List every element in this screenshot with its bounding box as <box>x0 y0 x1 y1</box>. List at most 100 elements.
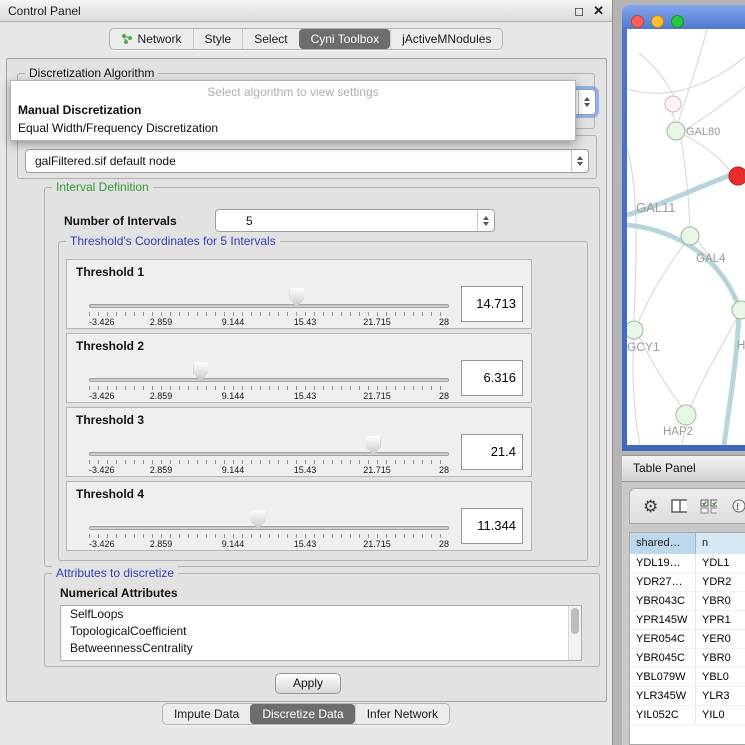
table-row[interactable]: YBR045CYBR0 <box>630 649 745 668</box>
node-label-gal80: GAL80 <box>686 126 720 138</box>
threshold-1-panel: Threshold 1 -3.4262.8599.14415.4321.7152… <box>66 259 532 329</box>
node-label-gal11: GAL11 <box>636 200 676 215</box>
tab-jactivemnodules[interactable]: jActiveMNodules <box>390 29 502 49</box>
select-columns-icon[interactable] <box>700 499 717 514</box>
table-toolbar: ⚙ f <box>629 488 745 524</box>
slider-tick-marks <box>89 312 449 316</box>
zoom-traffic-light-icon[interactable] <box>671 15 684 28</box>
gear-icon[interactable]: ⚙ <box>643 498 658 515</box>
table-row[interactable]: YDL19…YDL1 <box>630 554 745 573</box>
bottom-tab-bar: Impute Data Discretize Data Infer Networ… <box>0 703 612 725</box>
table-panel-body: ⚙ f shared… n YDL19…YDL1 YDR27…YDR2 Y <box>622 482 745 745</box>
node-label-gal4: GAL4 <box>696 253 726 265</box>
network-icon <box>121 33 133 45</box>
minimize-traffic-light-icon[interactable] <box>651 15 664 28</box>
slider-scale-labels: -3.4262.8599.14415.4321.71528 <box>89 391 449 402</box>
threshold-1-value-field[interactable]: 14.713 <box>461 286 523 322</box>
threshold-4-value-field[interactable]: 11.344 <box>461 508 523 544</box>
column-header-shared-name[interactable]: shared… <box>630 533 696 554</box>
node-right[interactable] <box>732 301 745 319</box>
node-table: shared… n YDL19…YDL1 YDR27…YDR2 YBR043CY… <box>629 532 745 745</box>
table-row[interactable]: YER054CYER0 <box>630 630 745 649</box>
column-header-name[interactable]: n <box>696 533 745 554</box>
slider-track[interactable] <box>89 378 449 382</box>
tab-infer-network[interactable]: Infer Network <box>355 704 449 724</box>
slider-tick-marks <box>89 386 449 390</box>
node-gcy1[interactable] <box>627 321 643 339</box>
svg-text:f: f <box>736 502 739 512</box>
threshold-3-panel: Threshold 3 -3.4262.8599.14415.4321.7152… <box>66 407 532 477</box>
table-header-row: shared… n <box>630 533 745 554</box>
column-chooser-icon[interactable] <box>671 499 687 514</box>
table-row[interactable]: YPR145WYPR1 <box>630 611 745 630</box>
cyni-toolbox-panel: Discretization Algorithm Select algorith… <box>6 58 607 702</box>
control-panel-window: Control Panel ◻ ✕ Network Style Select C… <box>0 0 613 745</box>
float-window-icon[interactable]: ◻ <box>574 5 584 17</box>
close-window-icon[interactable]: ✕ <box>593 4 604 17</box>
number-of-intervals-combo[interactable]: 5 <box>215 209 495 232</box>
slider-track[interactable] <box>89 452 449 456</box>
list-item[interactable]: TopologicalCoefficient <box>61 623 581 640</box>
threshold-2-value-field[interactable]: 6.316 <box>461 360 523 396</box>
tab-label: Network <box>138 32 182 46</box>
apply-button[interactable]: Apply <box>275 673 341 694</box>
dropdown-option-manual-discretization[interactable]: Manual Discretization <box>11 101 575 119</box>
table-row[interactable]: YBL079WYBL0 <box>630 668 745 687</box>
attributes-group-label: Attributes to discretize <box>52 566 178 580</box>
table-panel-header: Table Panel <box>622 455 745 482</box>
table-row[interactable]: YBR043CYBR0 <box>630 592 745 611</box>
combo-stepper-icon[interactable] <box>477 210 494 231</box>
list-item[interactable]: BetweennessCentrality <box>61 640 581 657</box>
slider-scale-labels: -3.4262.8599.14415.4321.71528 <box>89 317 449 328</box>
threshold-4-panel: Threshold 4 -3.4262.8599.14415.4321.7152… <box>66 481 532 551</box>
top-tab-bar: Network Style Select Cyni Toolbox jActiv… <box>0 22 612 56</box>
node-selected-red[interactable] <box>729 167 745 185</box>
number-of-intervals-value: 5 <box>216 214 477 228</box>
algorithm-group-label: Discretization Algorithm <box>25 66 158 80</box>
combo-stepper-icon[interactable] <box>578 90 595 114</box>
slider-track[interactable] <box>89 526 449 530</box>
node-hap2[interactable] <box>676 405 696 425</box>
close-traffic-light-icon[interactable] <box>631 15 644 28</box>
node-gal11[interactable] <box>681 227 699 245</box>
slider-tick-marks <box>89 534 449 538</box>
window-traffic-lights <box>631 15 684 28</box>
tab-network[interactable]: Network <box>110 29 193 49</box>
table-data-combo[interactable]: galFiltered.sif default node <box>25 149 589 173</box>
threshold-2-panel: Threshold 2 -3.4262.8599.14415.4321.7152… <box>66 333 532 403</box>
threshold-3-slider[interactable]: -3.4262.8599.14415.4321.71528 <box>89 408 449 478</box>
thresholds-group-label: Threshold's Coordinates for 5 Intervals <box>66 234 280 248</box>
slider-track[interactable] <box>89 304 449 308</box>
list-item[interactable]: SelfLoops <box>61 606 581 623</box>
tab-impute-data[interactable]: Impute Data <box>163 704 250 724</box>
slider-scale-labels: -3.4262.8599.14415.4321.71528 <box>89 465 449 476</box>
list-scrollbar[interactable] <box>568 606 581 660</box>
slider-tick-marks <box>89 460 449 464</box>
dropdown-placeholder-option[interactable]: Select algorithm to view settings <box>11 81 575 101</box>
screen: Control Panel ◻ ✕ Network Style Select C… <box>0 0 745 745</box>
algorithm-dropdown-popup: Select algorithm to view settings Manual… <box>10 80 576 141</box>
node-label-gcy1: GCY1 <box>627 340 660 354</box>
tab-cyni-toolbox[interactable]: Cyni Toolbox <box>299 29 390 49</box>
window-title: Control Panel <box>8 4 565 18</box>
threshold-4-slider[interactable]: -3.4262.8599.14415.4321.71528 <box>89 482 449 552</box>
combo-stepper-icon[interactable] <box>571 150 588 172</box>
tab-discretize-data[interactable]: Discretize Data <box>250 704 354 724</box>
table-row[interactable]: YDR27…YDR2 <box>630 573 745 592</box>
threshold-3-value-field[interactable]: 21.4 <box>461 434 523 470</box>
threshold-2-slider[interactable]: -3.4262.8599.14415.4321.71528 <box>89 334 449 404</box>
table-row[interactable]: YIL052CYIL0 <box>630 706 745 725</box>
number-of-intervals-label: Number of Intervals <box>64 214 177 228</box>
node-gal80[interactable] <box>667 122 685 140</box>
function-icon[interactable]: f <box>730 499 745 514</box>
tab-style[interactable]: Style <box>193 29 243 49</box>
threshold-1-slider[interactable]: -3.4262.8599.14415.4321.71528 <box>89 260 449 330</box>
node-label-clipped: H <box>737 340 745 352</box>
network-canvas[interactable]: GAL80 GAL11 GAL4 GCY1 HAP2 H <box>627 29 745 445</box>
dropdown-option-equal-width[interactable]: Equal Width/Frequency Discretization <box>11 119 575 137</box>
tab-select[interactable]: Select <box>242 29 298 49</box>
node-unlabeled[interactable] <box>665 96 681 112</box>
table-panel-title: Table Panel <box>633 461 696 475</box>
table-row[interactable]: YLR345WYLR3 <box>630 687 745 706</box>
scrollbar-thumb[interactable] <box>571 608 579 634</box>
